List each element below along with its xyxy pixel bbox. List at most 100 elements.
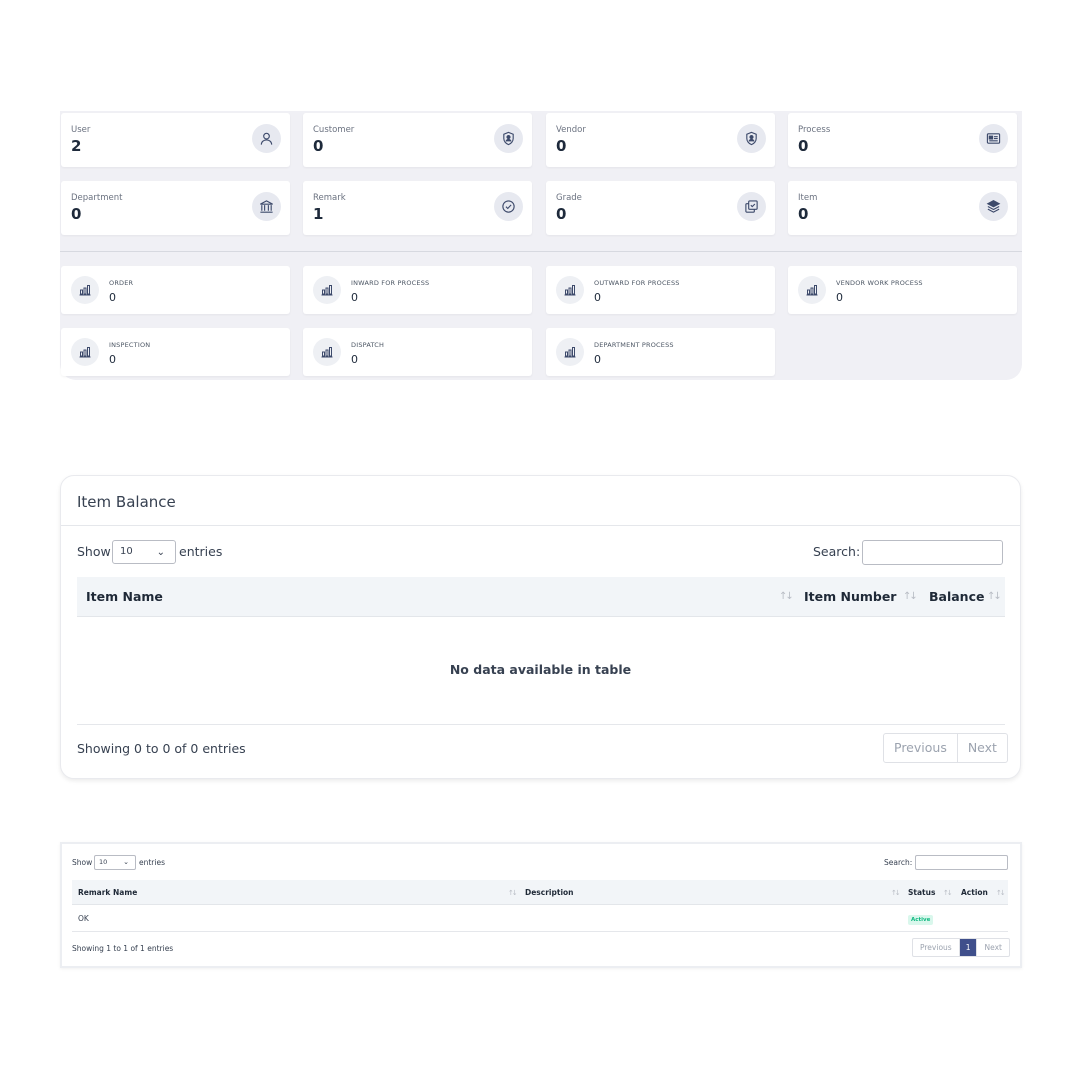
sort-icon[interactable]: ↑↓: [987, 591, 1002, 602]
search-input[interactable]: [862, 540, 1003, 565]
process-label: VENDOR WORK PROCESS: [836, 279, 923, 287]
chevron-down-icon: ⌄: [156, 547, 165, 558]
item-balance-card: Item Balance Show 10 ⌄ entries Search: I…: [60, 475, 1021, 779]
stat-card-vendor[interactable]: Vendor 0: [546, 113, 775, 167]
search-label: Search:: [813, 544, 861, 559]
process-card-inspection[interactable]: INSPECTION 0: [61, 328, 290, 376]
column-remark-name[interactable]: Remark Name: [78, 888, 137, 897]
id-card-icon: [979, 124, 1008, 153]
stat-value: 1: [313, 205, 324, 223]
sort-icon[interactable]: ↑↓: [891, 889, 901, 897]
process-label: DEPARTMENT PROCESS: [594, 341, 674, 349]
process-card-vendor-work[interactable]: VENDOR WORK PROCESS 0: [788, 266, 1017, 314]
stat-card-remark[interactable]: Remark 1: [303, 181, 532, 235]
bar-chart-icon: [556, 276, 584, 304]
process-value: 0: [594, 353, 601, 366]
dashboard-stats-panel: User 2 Customer 0 Vendor 0 Process 0 Dep…: [60, 111, 1022, 380]
column-status[interactable]: Status: [908, 888, 935, 897]
bar-chart-icon: [71, 338, 99, 366]
process-card-department[interactable]: DEPARTMENT PROCESS 0: [546, 328, 775, 376]
stat-value: 2: [71, 137, 82, 155]
page-1-button[interactable]: 1: [958, 939, 977, 956]
stat-label: User: [71, 125, 91, 135]
column-item-number[interactable]: Item Number: [804, 589, 896, 604]
bar-chart-icon: [556, 338, 584, 366]
stat-label: Department: [71, 193, 123, 203]
sort-icon[interactable]: ↑↓: [508, 889, 518, 897]
table-info: Showing 0 to 0 of 0 entries: [77, 741, 246, 756]
next-button[interactable]: Next: [976, 939, 1008, 956]
process-card-dispatch[interactable]: DISPATCH 0: [303, 328, 532, 376]
process-card-outward[interactable]: OUTWARD FOR PROCESS 0: [546, 266, 775, 314]
column-action[interactable]: Action: [961, 888, 988, 897]
section-divider: [60, 251, 1022, 252]
sort-icon[interactable]: ↑↓: [779, 591, 794, 602]
chevron-down-icon: ⌄: [123, 858, 129, 866]
header-divider: [61, 525, 1020, 526]
column-balance[interactable]: Balance: [929, 589, 984, 604]
stat-value: 0: [71, 205, 82, 223]
stat-label: Remark: [313, 193, 346, 203]
stat-card-grade[interactable]: Grade 0: [546, 181, 775, 235]
process-value: 0: [351, 291, 358, 304]
stat-card-department[interactable]: Department 0: [61, 181, 290, 235]
shield-user-icon: [737, 124, 766, 153]
process-value: 0: [109, 353, 116, 366]
sort-icon[interactable]: ↑↓: [996, 889, 1006, 897]
stat-label: Customer: [313, 125, 355, 135]
stat-label: Vendor: [556, 125, 586, 135]
page-size-select[interactable]: 10 ⌄: [112, 540, 176, 564]
bar-chart-icon: [313, 276, 341, 304]
process-label: ORDER: [109, 279, 134, 287]
check-circle-icon: [494, 192, 523, 221]
search-label: Search:: [884, 858, 913, 867]
pagination: Previous Next: [883, 733, 1008, 763]
bar-chart-icon: [313, 338, 341, 366]
process-label: DISPATCH: [351, 341, 385, 349]
process-value: 0: [594, 291, 601, 304]
stat-card-item[interactable]: Item 0: [788, 181, 1017, 235]
shield-user-icon: [494, 124, 523, 153]
page-size-select[interactable]: 10 ⌄: [94, 855, 136, 870]
process-label: INWARD FOR PROCESS: [351, 279, 430, 287]
bar-chart-icon: [71, 276, 99, 304]
page-size-value: 10: [120, 546, 133, 557]
process-card-order[interactable]: ORDER 0: [61, 266, 290, 314]
entries-label: entries: [179, 544, 223, 559]
bar-chart-icon: [798, 276, 826, 304]
stat-card-user[interactable]: User 2: [61, 113, 290, 167]
process-value: 0: [351, 353, 358, 366]
stat-value: 0: [313, 137, 324, 155]
stat-value: 0: [798, 137, 809, 155]
stat-card-customer[interactable]: Customer 0: [303, 113, 532, 167]
table-header: Remark Name ↑↓ Description ↑↓ Status ↑↓ …: [72, 880, 1008, 905]
sort-icon[interactable]: ↑↓: [943, 889, 953, 897]
process-value: 0: [109, 291, 116, 304]
process-card-inward[interactable]: INWARD FOR PROCESS 0: [303, 266, 532, 314]
show-label: Show: [72, 858, 93, 867]
pagination: Previous 1 Next: [912, 938, 1010, 957]
previous-button[interactable]: Previous: [884, 734, 957, 762]
sort-icon[interactable]: ↑↓: [903, 591, 918, 602]
search-input[interactable]: [915, 855, 1008, 870]
stat-card-process[interactable]: Process 0: [788, 113, 1017, 167]
table-header: Item Name ↑↓ Item Number ↑↓ Balance ↑↓: [77, 577, 1005, 617]
process-label: INSPECTION: [109, 341, 151, 349]
stat-value: 0: [556, 137, 567, 155]
table-info: Showing 1 to 1 of 1 entries: [72, 944, 174, 953]
stat-value: 0: [798, 205, 809, 223]
column-description[interactable]: Description: [525, 888, 574, 897]
stat-label: Grade: [556, 193, 582, 203]
column-item-name[interactable]: Item Name: [86, 589, 163, 604]
empty-table-message: No data available in table: [449, 662, 632, 677]
previous-button[interactable]: Previous: [913, 939, 959, 956]
process-value: 0: [836, 291, 843, 304]
stat-label: Item: [798, 193, 818, 203]
stat-value: 0: [556, 205, 567, 223]
next-button[interactable]: Next: [956, 734, 1007, 762]
remark-name-cell: OK: [78, 914, 89, 923]
layers-icon: [979, 192, 1008, 221]
item-balance-title: Item Balance: [77, 493, 176, 511]
entries-label: entries: [139, 858, 165, 867]
page-size-value: 10: [99, 858, 108, 866]
